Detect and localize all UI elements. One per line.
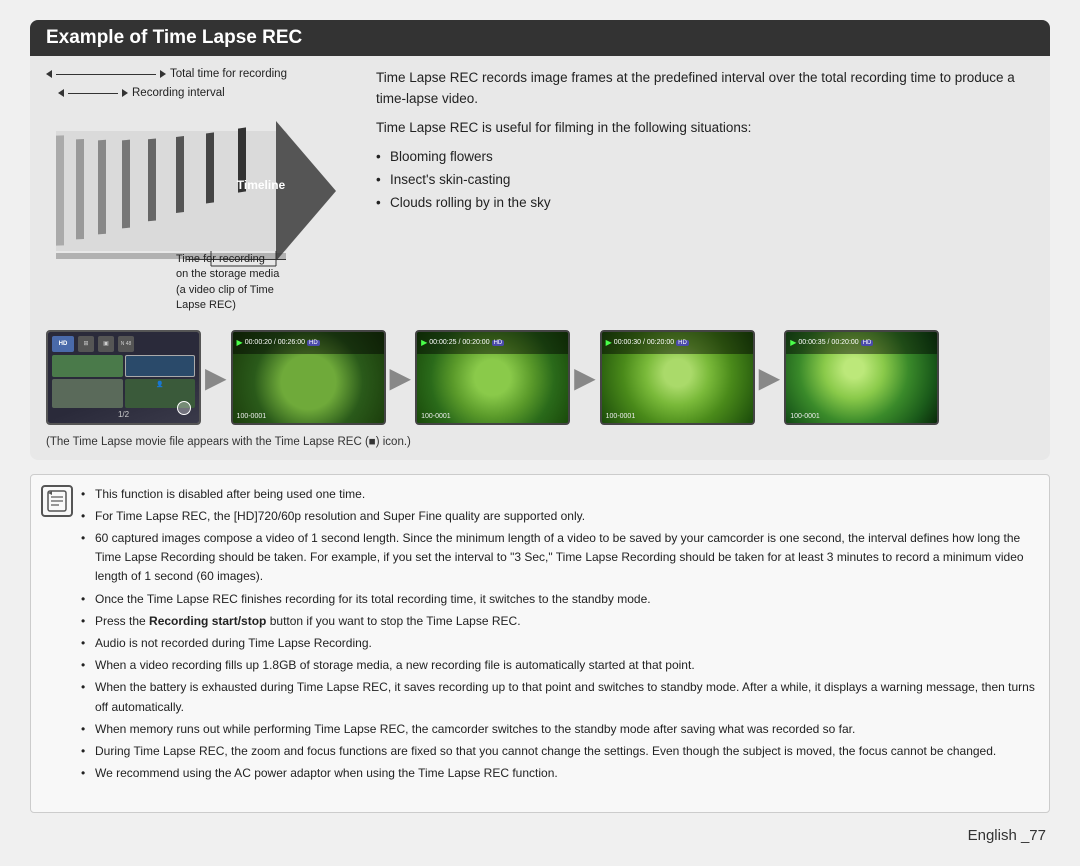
- time-4: 00:00:35 / 00:20:00: [798, 339, 858, 346]
- strip-caption-area: (The Time Lapse movie file appears with …: [30, 431, 1050, 460]
- bullet-1: Blooming flowers: [376, 147, 1034, 168]
- bottom-notes: This function is disabled after being us…: [30, 474, 1050, 813]
- cam-icon3: N 48: [118, 336, 134, 352]
- situation-list: Blooming flowers Insect's skin-casting C…: [376, 147, 1034, 214]
- arrow-end-icon: [160, 70, 166, 78]
- time-lapse-diagram: Timeline: [46, 106, 336, 276]
- play-icon-2: ▶: [421, 338, 427, 347]
- interval-label: Recording interval: [132, 87, 225, 99]
- label-line-total: [56, 74, 156, 75]
- bullet-3: Clouds rolling by in the sky: [376, 193, 1034, 214]
- footer: English _77: [30, 827, 1050, 846]
- interval-arrow-end-icon: [122, 89, 128, 97]
- arrow-1: ▶: [205, 361, 227, 394]
- hd-badge-1: HD: [307, 340, 320, 346]
- hd-icon: HD: [52, 336, 74, 352]
- interval-arrow-start-icon: [58, 89, 64, 97]
- note-item-2: For Time Lapse REC, the [HD]720/60p reso…: [81, 507, 1035, 526]
- note-item-3: 60 captured images compose a video of 1 …: [81, 529, 1035, 587]
- note-item-10: During Time Lapse REC, the zoom and focu…: [81, 742, 1035, 761]
- arrow-start-icon: [46, 70, 52, 78]
- flower-overlay-4: ▶ 00:00:35 / 00:20:00 HD: [786, 332, 937, 354]
- file-id-3: 100-0001: [606, 413, 636, 420]
- page-num: 1/2: [52, 410, 195, 419]
- timeline-text: Timeline: [237, 178, 286, 192]
- play-icon-1: ▶: [237, 338, 243, 347]
- thumb-flower-3: ▶ 00:00:30 / 00:20:00 HD 100-0001: [600, 330, 755, 425]
- total-time-label-row: Total time for recording: [46, 68, 356, 80]
- hd-badge-3: HD: [676, 340, 689, 346]
- cam-thumb-grid: 👤: [52, 355, 195, 408]
- note-item-5: Press the Recording start/stop button if…: [81, 612, 1035, 631]
- note-item-7: When a video recording fills up 1.8GB of…: [81, 656, 1035, 675]
- bold-text-recording: Recording start/stop: [149, 614, 266, 628]
- cam-icon1: ⊞: [78, 336, 94, 352]
- desc-para1: Time Lapse REC records image frames at t…: [376, 68, 1034, 110]
- thumb-flower-4: ▶ 00:00:35 / 00:20:00 HD 100-0001: [784, 330, 939, 425]
- play-icon-3: ▶: [606, 338, 612, 347]
- top-box: Example of Time Lapse REC Total time for…: [30, 20, 1050, 460]
- note-item-9: When memory runs out while performing Ti…: [81, 720, 1035, 739]
- total-time-label: Total time for recording: [170, 68, 287, 80]
- cam-thumb-3: [52, 379, 123, 408]
- play-icon-4: ▶: [790, 338, 796, 347]
- thumb-camera-ui: HD ⊞ ▣ N 48 👤 1/2: [46, 330, 201, 425]
- arrow-4: ▶: [759, 361, 781, 394]
- top-box-content: Total time for recording Recording inter…: [30, 56, 1050, 326]
- interval-line: [68, 93, 118, 94]
- bullet-2: Insect's skin-casting: [376, 170, 1034, 191]
- thumb-flower-1: ▶ 00:00:20 / 00:26:00 HD 100-0001: [231, 330, 386, 425]
- file-id-1: 100-0001: [237, 413, 267, 420]
- time-2: 00:00:25 / 00:20:00: [429, 339, 489, 346]
- note-item-8: When the battery is exhausted during Tim…: [81, 678, 1035, 716]
- flower-image-3: ▶ 00:00:30 / 00:20:00 HD 100-0001: [602, 332, 753, 423]
- image-strip-row: HD ⊞ ▣ N 48 👤 1/2: [30, 326, 1050, 431]
- cam-thumb-1: [52, 355, 123, 377]
- flower-image-1: ▶ 00:00:20 / 00:26:00 HD 100-0001: [233, 332, 384, 423]
- note-svg-icon: [46, 490, 68, 512]
- file-id-4: 100-0001: [790, 413, 820, 420]
- note-item-11: We recommend using the AC power adaptor …: [81, 764, 1035, 783]
- text-area: Time Lapse REC records image frames at t…: [376, 68, 1034, 314]
- arrow-2: ▶: [390, 361, 412, 394]
- note-item-6: Audio is not recorded during Time Lapse …: [81, 634, 1035, 653]
- hd-badge-4: HD: [861, 340, 874, 346]
- arrow-3: ▶: [574, 361, 596, 394]
- hd-badge-2: HD: [492, 340, 505, 346]
- desc-para2: Time Lapse REC is useful for filming in …: [376, 118, 1034, 139]
- time-3: 00:00:30 / 00:20:00: [614, 339, 674, 346]
- flower-overlay-3: ▶ 00:00:30 / 00:20:00 HD: [602, 332, 753, 354]
- thumb-flower-2: ▶ 00:00:25 / 00:20:00 HD 100-0001: [415, 330, 570, 425]
- note-icon: [41, 485, 73, 517]
- diagram-area: Total time for recording Recording inter…: [46, 68, 356, 314]
- note-list: This function is disabled after being us…: [81, 485, 1035, 784]
- flower-image-2: ▶ 00:00:25 / 00:20:00 HD 100-0001: [417, 332, 568, 423]
- flower-image-4: ▶ 00:00:35 / 00:20:00 HD 100-0001: [786, 332, 937, 423]
- note-item-1: This function is disabled after being us…: [81, 485, 1035, 504]
- interval-label-row: Recording interval: [58, 87, 356, 99]
- page-title: Example of Time Lapse REC: [30, 20, 1050, 56]
- cam-thumb-2: [125, 355, 196, 377]
- strip-caption: (The Time Lapse movie file appears with …: [46, 436, 411, 448]
- flower-overlay-2: ▶ 00:00:25 / 00:20:00 HD: [417, 332, 568, 354]
- page: Example of Time Lapse REC Total time for…: [0, 0, 1080, 866]
- thumb-person-icon: 👤: [125, 381, 196, 388]
- cam-icon2: ▣: [98, 336, 114, 352]
- file-id-2: 100-0001: [421, 413, 451, 420]
- time-1: 00:00:20 / 00:26:00: [245, 339, 305, 346]
- cam-cursor: [177, 401, 191, 415]
- flower-overlay-1: ▶ 00:00:20 / 00:26:00 HD: [233, 332, 384, 354]
- footer-text: English _77: [968, 827, 1046, 844]
- note-item-4: Once the Time Lapse REC finishes recordi…: [81, 590, 1035, 609]
- time-for-recording-label: Time for recording on the storage media …: [176, 252, 356, 314]
